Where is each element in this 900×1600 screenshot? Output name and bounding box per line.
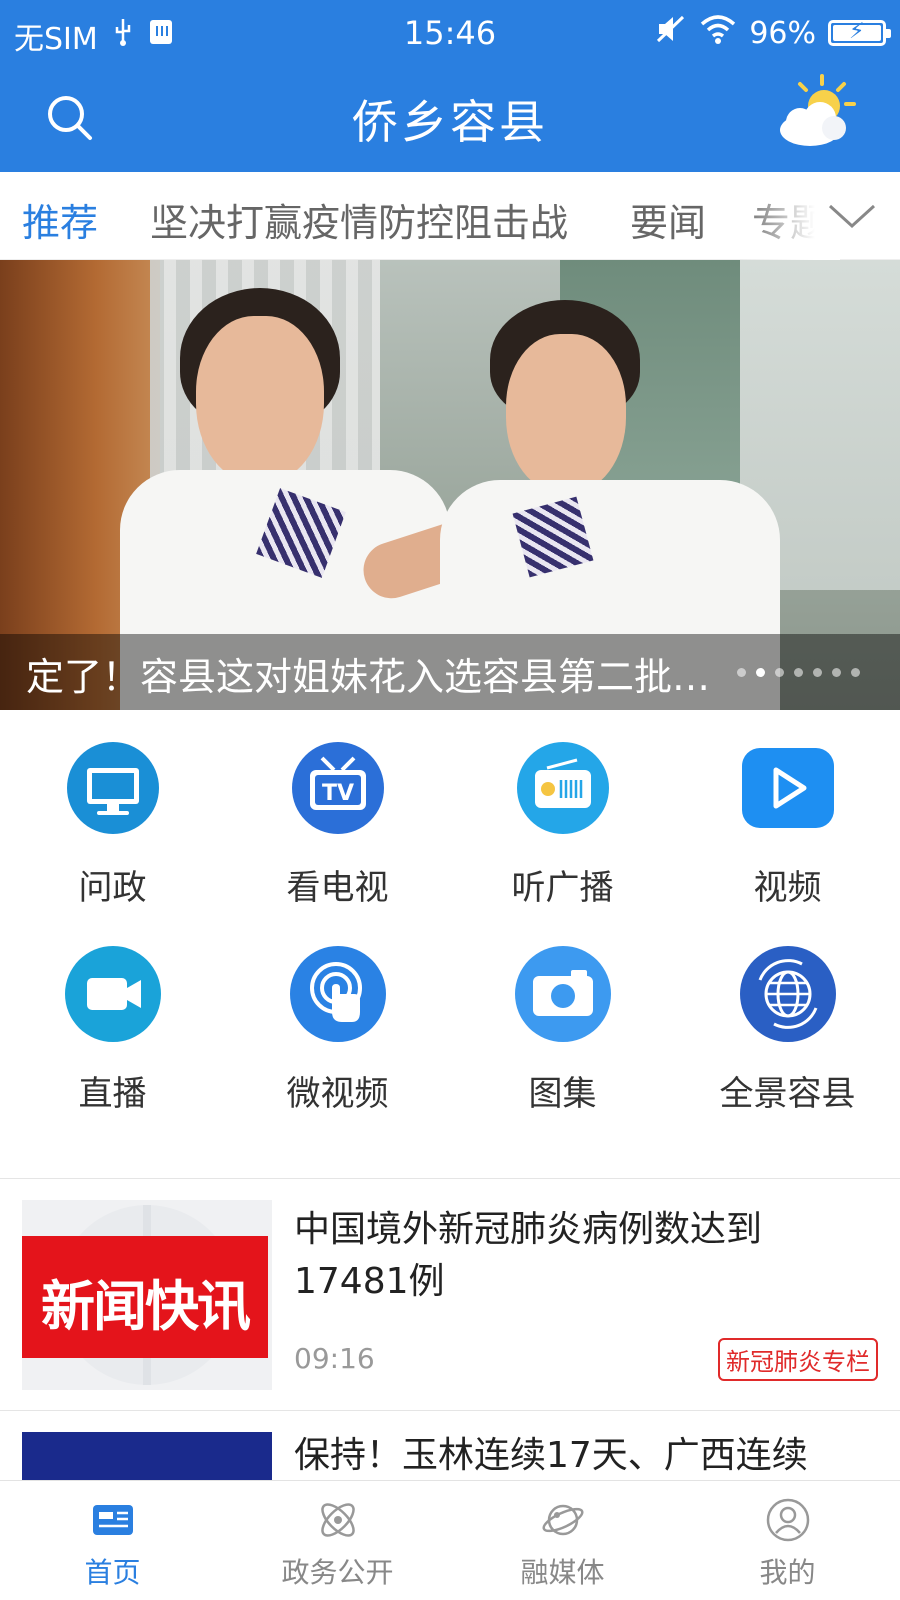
- shortcut-panorama[interactable]: 全景容县: [675, 916, 900, 1116]
- chevron-down-icon[interactable]: [824, 190, 880, 242]
- news-time: 09:16: [294, 1342, 375, 1375]
- bottom-nav: 首页 政务公开 融媒体 我的: [0, 1480, 900, 1600]
- shortcut-label: 全景容县: [719, 1074, 856, 1114]
- svg-text:TV: TV: [322, 781, 354, 806]
- shortcut-video[interactable]: 视频: [675, 710, 900, 910]
- tab-epidemic[interactable]: 坚决打赢疫情防控阻击战: [150, 192, 568, 247]
- news-divider: [0, 1410, 900, 1411]
- wifi-icon: [699, 14, 737, 52]
- app-root: 无SIM 15:46 96% ⚡ 侨乡容县 推荐 坚决打赢疫情防控阻击战 要闻 …: [0, 0, 900, 1600]
- shortcut-label: 视频: [753, 868, 822, 908]
- shortcut-live[interactable]: 直播: [0, 916, 225, 1116]
- carousel-dot[interactable]: [813, 668, 822, 677]
- shortcut-gallery[interactable]: 图集: [450, 916, 675, 1116]
- photo-icon: [513, 944, 613, 1044]
- section-divider: [0, 1178, 900, 1179]
- shortcut-radio[interactable]: 听广播: [450, 710, 675, 910]
- news-thumb-text: 新闻快讯: [41, 1275, 251, 1338]
- nav-government[interactable]: 政务公开: [225, 1481, 450, 1600]
- carousel-dot[interactable]: [832, 668, 841, 677]
- status-right: 96% ⚡: [655, 14, 891, 52]
- nav-label: 政务公开: [281, 1556, 394, 1589]
- carousel-dot[interactable]: [851, 668, 860, 677]
- battery-icon: ⚡: [828, 19, 891, 46]
- news-thumbnail: 新闻快讯: [22, 1200, 272, 1390]
- news-title[interactable]: 中国境外新冠肺炎病例数达到17481例: [294, 1204, 874, 1308]
- shortcut-micro-video[interactable]: 微视频: [225, 916, 450, 1116]
- app-title: 侨乡容县: [352, 95, 548, 149]
- news-item[interactable]: 保持！玉林连续17天、广西连续: [0, 1412, 900, 1480]
- banner-carousel[interactable]: 定了！容县这对姐妹花入选容县第二批道德模范: [0, 260, 900, 710]
- shortcut-label: 直播: [78, 1074, 147, 1114]
- status-bar: 无SIM 15:46 96% ⚡: [0, 0, 900, 64]
- planet-icon: [540, 1497, 586, 1543]
- monitor-icon: [63, 738, 163, 838]
- camera-icon: [63, 944, 163, 1044]
- user-icon: [765, 1497, 811, 1543]
- carousel-dot-active[interactable]: [756, 668, 765, 677]
- mute-icon: [655, 14, 687, 52]
- shortcut-label: 微视频: [286, 1074, 389, 1114]
- news-title[interactable]: 保持！玉林连续17天、广西连续: [294, 1430, 874, 1480]
- nav-label: 首页: [84, 1556, 141, 1589]
- news-thumbnail: [22, 1432, 272, 1480]
- shortcut-label: 听广播: [511, 868, 614, 908]
- carousel-dot[interactable]: [737, 668, 746, 677]
- touch-icon: [288, 944, 388, 1044]
- title-bar: 侨乡容县: [0, 64, 900, 172]
- atom-icon: [315, 1497, 361, 1543]
- tab-headlines[interactable]: 要闻: [630, 192, 706, 247]
- shortcut-label: 看电视: [286, 868, 389, 908]
- carousel-dot[interactable]: [775, 668, 784, 677]
- category-tabs: 推荐 坚决打赢疫情防控阻击战 要闻 专题: [0, 172, 900, 260]
- tab-recommend[interactable]: 推荐: [22, 192, 98, 247]
- nav-label: 融媒体: [520, 1556, 605, 1589]
- shortcut-grid: 问政 TV 看电视 听广播 视频 直播 微视频 图集 全景容县: [0, 710, 900, 1180]
- carousel-dots: [737, 668, 860, 677]
- nav-mine[interactable]: 我的: [675, 1481, 900, 1600]
- banner-caption-bar: 定了！容县这对姐妹花入选容县第二批道德模范: [0, 634, 900, 710]
- shortcut-tv[interactable]: TV 看电视: [225, 710, 450, 910]
- banner-caption[interactable]: 定了！容县这对姐妹花入选容县第二批道德模范: [26, 646, 726, 701]
- carousel-dot[interactable]: [794, 668, 803, 677]
- tv-icon: TV: [288, 738, 388, 838]
- globe-icon: [738, 944, 838, 1044]
- top-header: 无SIM 15:46 96% ⚡ 侨乡容县: [0, 0, 900, 172]
- home-news-icon: [90, 1497, 136, 1543]
- nav-media[interactable]: 融媒体: [450, 1481, 675, 1600]
- news-item[interactable]: 新闻快讯 中国境外新冠肺炎病例数达到17481例 09:16 新冠肺炎专栏: [0, 1180, 900, 1410]
- nav-label: 我的: [759, 1556, 816, 1589]
- shortcut-wenzheng[interactable]: 问政: [0, 710, 225, 910]
- shortcut-label: 图集: [528, 1074, 597, 1114]
- battery-percent: 96%: [749, 15, 816, 51]
- play-icon: [738, 738, 838, 838]
- radio-icon: [513, 738, 613, 838]
- nav-home[interactable]: 首页: [0, 1481, 225, 1600]
- weather-partly-sunny-icon[interactable]: [770, 72, 860, 152]
- news-tag[interactable]: 新冠肺炎专栏: [718, 1338, 878, 1381]
- shortcut-label: 问政: [78, 868, 147, 908]
